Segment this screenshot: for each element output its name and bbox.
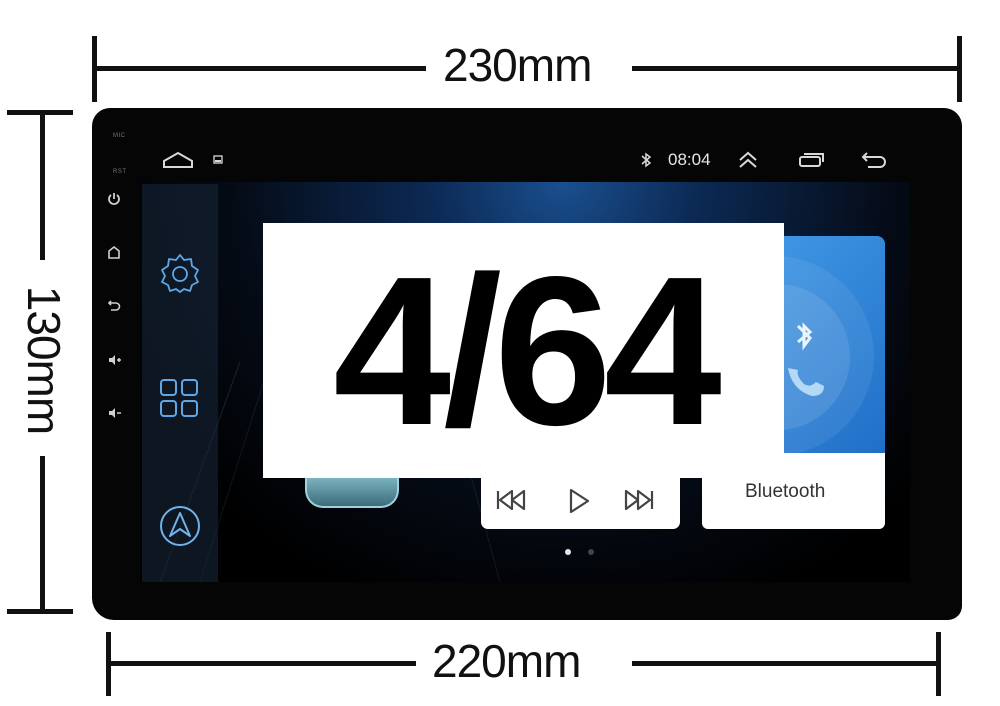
phone-icon	[788, 368, 824, 396]
apps-grid-icon[interactable]	[158, 377, 202, 421]
previous-icon[interactable]	[494, 486, 528, 514]
double-chevron-up-icon[interactable]	[737, 150, 759, 170]
bluetooth-card[interactable]	[784, 236, 885, 453]
volume-down-icon[interactable]	[106, 405, 122, 421]
recent-apps-icon[interactable]	[798, 152, 826, 168]
volume-up-icon[interactable]	[106, 352, 122, 368]
bluetooth-icon	[796, 322, 813, 351]
bottom-width-label: 220mm	[432, 635, 581, 687]
dimension-line	[106, 661, 416, 666]
mic-label: MIC	[113, 133, 126, 139]
dimension-line	[40, 110, 45, 260]
car-illustration	[305, 478, 399, 508]
back-icon[interactable]	[860, 151, 888, 169]
power-icon[interactable]	[106, 191, 122, 207]
play-icon[interactable]	[566, 486, 592, 516]
dimension-line	[92, 66, 426, 71]
dimension-line	[632, 661, 940, 666]
dimension-line	[632, 66, 962, 71]
navigation-icon[interactable]	[158, 504, 202, 548]
clock: 08:04	[668, 150, 711, 169]
screenshot-icon[interactable]	[213, 155, 223, 165]
dimension-line	[40, 456, 45, 614]
home-icon[interactable]	[162, 151, 194, 169]
top-width-label: 230mm	[443, 39, 592, 91]
rst-label: RST	[113, 169, 127, 175]
spec-badge-text: 4/64	[333, 232, 722, 469]
settings-icon[interactable]	[158, 251, 202, 295]
page-indicator[interactable]	[588, 549, 594, 555]
bluetooth-label: Bluetooth	[745, 481, 826, 502]
page-indicator-active[interactable]	[565, 549, 571, 555]
home-icon[interactable]	[106, 244, 122, 260]
next-icon[interactable]	[622, 486, 656, 514]
bluetooth-icon	[641, 152, 652, 168]
back-icon[interactable]	[106, 298, 122, 314]
height-label: 130mm	[18, 285, 70, 435]
